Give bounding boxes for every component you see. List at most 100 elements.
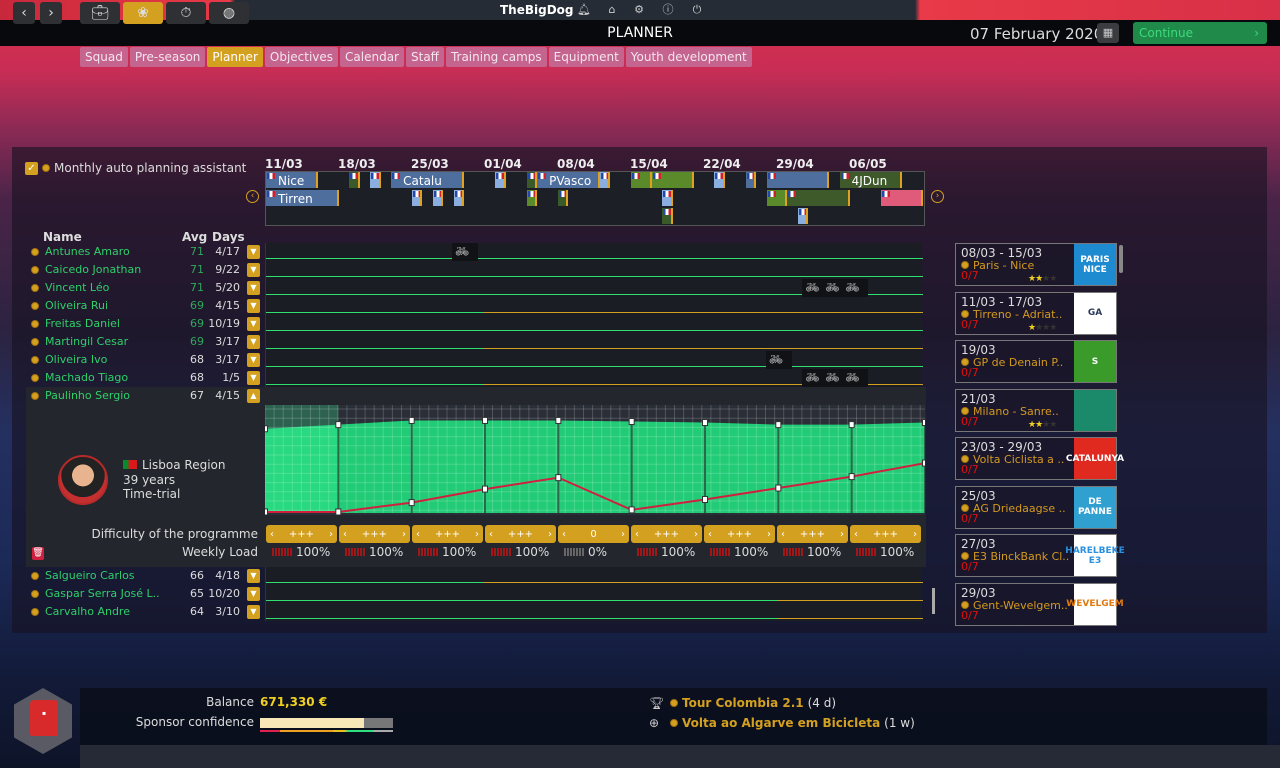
rider-row[interactable]: Carvalho Andre 64 3/10 ▼ (26, 603, 926, 621)
timeline-event[interactable]: PVasco (537, 172, 600, 188)
race-card[interactable]: 19/03 GP de Denain P.. 0/7 S (955, 340, 1117, 383)
rider-schedule[interactable]: 🚲︎🚲︎🚲︎ (265, 369, 923, 387)
difficulty-stepper[interactable]: ‹ 0 › (558, 525, 629, 543)
chevron-left-icon[interactable]: ‹ (270, 529, 274, 540)
timeline-event[interactable]: Tirren (266, 190, 339, 206)
rider-name[interactable]: Antunes Amaro (45, 245, 130, 258)
expand-icon[interactable]: ▼ (247, 353, 260, 367)
rider-name[interactable]: Vincent Léo (45, 281, 109, 294)
expand-icon[interactable]: ▼ (247, 299, 260, 313)
calendar-icon[interactable]: ▦ (1097, 23, 1119, 43)
rider-row[interactable]: Oliveira Ivo 68 3/17 ▼ 🚲︎ (26, 351, 926, 369)
rider-row[interactable]: Antunes Amaro 71 4/17 ▼ 🚲︎ (26, 243, 926, 261)
difficulty-stepper[interactable]: ‹ +++ › (412, 525, 483, 543)
rider-schedule[interactable] (265, 315, 923, 333)
timeline-event[interactable] (599, 172, 611, 188)
expand-icon[interactable]: ▼ (247, 263, 260, 277)
timeline-event[interactable] (766, 190, 788, 206)
gear-icon[interactable]: ⚙ (632, 3, 646, 17)
difficulty-stepper[interactable]: ‹ +++ › (266, 525, 337, 543)
race-bike-icon[interactable]: 🚲︎ (765, 351, 792, 369)
race-card[interactable]: 27/03 E3 BinckBank Cl.. 0/7 HARELBEKE E3 (955, 534, 1125, 577)
timeline-event[interactable]: Nice (266, 172, 319, 188)
trash-icon[interactable]: 🗑︎ (32, 547, 44, 560)
timeline-event[interactable] (526, 172, 538, 188)
difficulty-stepper[interactable]: ‹ +++ › (704, 525, 775, 543)
event-name[interactable]: Volta ao Algarve em Bicicleta (682, 716, 880, 730)
tab-squad[interactable]: Squad (80, 47, 128, 67)
continue-button[interactable]: Continue › (1133, 22, 1267, 44)
timeline-event[interactable] (349, 172, 360, 188)
upcoming-event[interactable]: Volta ao Algarve em Bicicleta (1 w) (670, 716, 915, 730)
rider-name[interactable]: Salgueiro Carlos (45, 569, 135, 582)
tab-staff[interactable]: Staff (406, 47, 444, 67)
timeline-event[interactable]: Catalu (391, 172, 465, 188)
chevron-right-icon[interactable]: › (329, 529, 333, 540)
rider-schedule[interactable] (265, 261, 923, 279)
rider-row[interactable]: Caicedo Jonathan 71 9/22 ▼ (26, 261, 926, 279)
chevron-right-icon[interactable]: › (548, 529, 552, 540)
rider-row[interactable]: Oliveira Rui 69 4/15 ▼ (26, 297, 926, 315)
timeline-next-icon[interactable]: › (931, 190, 944, 203)
rider-name[interactable]: Freitas Daniel (45, 317, 120, 330)
column-days[interactable]: Days (212, 230, 245, 244)
tab-youth-development[interactable]: Youth development (625, 47, 752, 67)
timeline-event[interactable] (662, 190, 673, 206)
form-chart[interactable] (265, 405, 925, 515)
timeline-event[interactable] (662, 208, 673, 224)
rider-name[interactable]: Martingil Cesar (45, 335, 128, 348)
chevron-left-icon[interactable]: ‹ (708, 529, 712, 540)
timeline-event[interactable] (526, 190, 538, 206)
tab-equipment[interactable]: Equipment (548, 47, 624, 67)
rider-row[interactable]: Machado Tiago 68 1/5 ▼ 🚲︎🚲︎🚲︎ (26, 369, 926, 387)
chevron-right-icon[interactable]: › (621, 529, 625, 540)
rider-row[interactable]: Martingil Cesar 69 3/17 ▼ (26, 333, 926, 351)
chevron-left-icon[interactable]: ‹ (854, 529, 858, 540)
timeline-event[interactable] (631, 172, 652, 188)
rider-name[interactable]: Oliveira Rui (45, 299, 108, 312)
expand-icon[interactable]: ▼ (247, 317, 260, 331)
power-icon[interactable]: ⏻ (690, 3, 704, 17)
rider-schedule[interactable] (265, 585, 923, 603)
race-card[interactable]: 08/03 - 15/03 Paris - Nice 0/7 ★★★★ PARIS NI… (955, 243, 1117, 286)
rider-schedule[interactable]: 🚲︎🚲︎🚲︎ (265, 279, 923, 297)
rider-row[interactable]: Paulinho Sergio 67 4/15 ▲ (26, 387, 926, 405)
timeline-event[interactable] (412, 190, 423, 206)
stopwatch-icon[interactable]: ⏱︎ (166, 2, 206, 24)
race-bike-icon[interactable]: 🚲︎🚲︎🚲︎ (802, 369, 869, 387)
chevron-right-icon[interactable]: › (694, 529, 698, 540)
checkbox-checked-icon[interactable]: ✓ (25, 161, 38, 175)
rider-schedule[interactable] (265, 603, 923, 621)
difficulty-stepper[interactable]: ‹ +++ › (485, 525, 556, 543)
auto-planning-toggle[interactable]: ✓ Monthly auto planning assistant (25, 161, 246, 175)
rider-list-scrollbar[interactable] (932, 588, 935, 614)
chevron-left-icon[interactable]: ‹ (781, 529, 785, 540)
rider-schedule[interactable]: 🚲︎ (265, 351, 923, 369)
expand-icon[interactable]: ▼ (247, 569, 260, 583)
chevron-left-icon[interactable]: ‹ (562, 529, 566, 540)
timeline-event[interactable] (453, 190, 465, 206)
globe-icon[interactable]: ◍ (209, 2, 249, 24)
race-bike-icon[interactable]: 🚲︎🚲︎🚲︎ (802, 279, 869, 297)
timeline-event[interactable] (714, 172, 725, 188)
race-card[interactable]: 25/03 AG Driedaagse .. 0/7 DE PANNE (955, 485, 1117, 529)
chevron-right-icon[interactable]: › (840, 529, 844, 540)
chevron-right-icon[interactable]: › (475, 529, 479, 540)
race-card[interactable]: 11/03 - 17/03 Tirreno - Adriat.. 0/7 ★★★★ GA (955, 291, 1117, 335)
bell-icon[interactable]: 🔔︎ (577, 3, 591, 17)
expand-icon[interactable]: ▼ (247, 335, 260, 349)
briefcase-icon[interactable]: 💼︎ (80, 2, 120, 24)
timeline-event[interactable] (651, 172, 694, 188)
rider-name[interactable]: Caicedo Jonathan (45, 263, 141, 276)
difficulty-stepper[interactable]: ‹ +++ › (631, 525, 702, 543)
timeline-event[interactable] (881, 190, 923, 206)
tab-planner[interactable]: Planner (207, 47, 263, 67)
expand-icon[interactable]: ▼ (247, 587, 260, 601)
chevron-left-icon[interactable]: ‹ (416, 529, 420, 540)
chevron-left-icon[interactable]: ‹ (489, 529, 493, 540)
timeline-event[interactable] (432, 190, 444, 206)
tab-calendar[interactable]: Calendar (340, 47, 404, 67)
race-card[interactable]: 23/03 - 29/03 Volta Ciclista a .. 0/7 CATAL… (955, 437, 1124, 480)
back-button[interactable]: ‹ (13, 2, 35, 24)
rider-row[interactable]: Vincent Léo 71 5/20 ▼ 🚲︎🚲︎🚲︎ (26, 279, 926, 297)
